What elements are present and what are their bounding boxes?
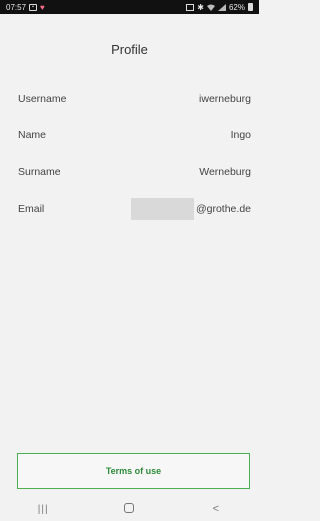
battery-percentage: 62% xyxy=(228,2,245,12)
field-label: Surname xyxy=(18,166,61,178)
heart-icon: ♥ xyxy=(40,2,45,12)
field-value: iwerneburg xyxy=(199,93,251,105)
field-value: @grothe.de xyxy=(195,203,251,215)
field-label: Email xyxy=(18,203,45,215)
redaction-block xyxy=(130,198,194,220)
signal-icon xyxy=(217,3,226,11)
terms-of-use-button[interactable]: Terms of use xyxy=(17,453,250,489)
field-value: Ingo xyxy=(230,129,251,141)
field-label: Name xyxy=(18,129,47,141)
status-right: ✱ 62% xyxy=(186,3,253,12)
recents-icon[interactable]: ||| xyxy=(23,504,63,515)
home-icon xyxy=(124,502,135,513)
status-left: 07:57 ▪ ♥ xyxy=(6,3,45,12)
profile-row-email: Email @grothe.de xyxy=(18,198,251,220)
email-value-wrap: @grothe.de xyxy=(130,198,251,220)
bluetooth-icon: ✱ xyxy=(197,2,204,12)
cast-icon xyxy=(186,3,195,11)
field-label: Username xyxy=(18,93,67,105)
wifi-icon xyxy=(206,4,215,11)
page-title: Profile xyxy=(111,42,148,57)
home-button[interactable] xyxy=(109,502,149,516)
system-nav-bar: ||| < xyxy=(0,497,259,521)
status-bar: 07:57 ▪ ♥ ✱ 62% xyxy=(0,0,259,14)
profile-row-username: Username iwerneburg xyxy=(18,90,251,108)
profile-row-surname: Surname Werneburg xyxy=(18,163,251,181)
back-icon[interactable]: < xyxy=(196,503,236,515)
profile-row-name: Name Ingo xyxy=(18,126,251,144)
field-value: Werneburg xyxy=(199,166,251,178)
image-icon: ▪ xyxy=(29,3,38,11)
battery-icon xyxy=(248,3,253,11)
status-time: 07:57 xyxy=(6,2,27,12)
